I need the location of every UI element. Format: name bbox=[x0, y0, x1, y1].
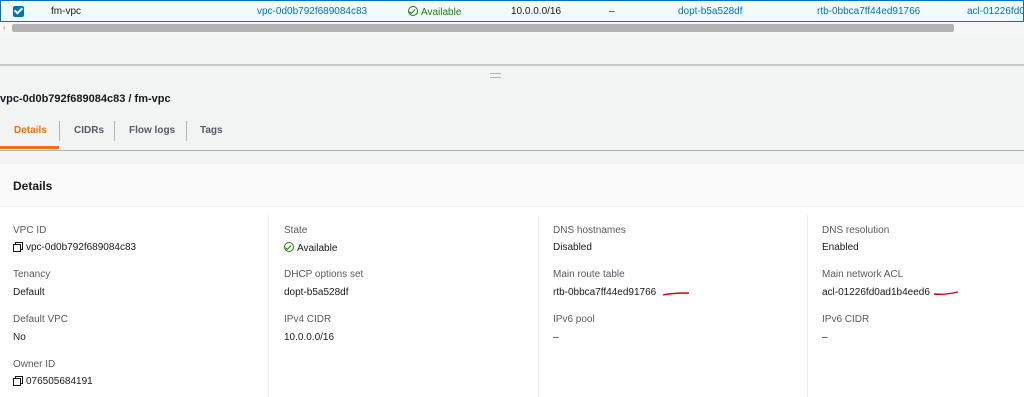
vpc-table-row[interactable]: fm-vpc vpc-0d0b792f689084c83 Available 1… bbox=[0, 0, 1024, 22]
row-vpc-id-link[interactable]: vpc-0d0b792f689084c83 bbox=[257, 6, 367, 17]
owner-id-label: Owner ID bbox=[13, 359, 56, 370]
details-header: Details bbox=[0, 164, 1024, 207]
active-tab-indicator bbox=[0, 146, 59, 149]
main-route-table-label: Main route table bbox=[553, 269, 625, 280]
column-divider bbox=[538, 215, 539, 397]
dhcp-options-label: DHCP options set bbox=[284, 269, 364, 280]
tab-flow-logs[interactable]: Flow logs bbox=[129, 125, 175, 136]
row-route-table-link[interactable]: rtb-0bbca7ff44ed91766 bbox=[817, 6, 920, 17]
ipv4-cidr-label: IPv4 CIDR bbox=[284, 314, 332, 325]
tenancy-label: Tenancy bbox=[13, 269, 51, 280]
dns-hostnames-label: DNS hostnames bbox=[553, 225, 626, 236]
details-tabs: Details CIDRs Flow logs Tags bbox=[0, 118, 1024, 151]
tab-cidrs[interactable]: CIDRs bbox=[74, 125, 104, 136]
annotation-underline bbox=[662, 292, 690, 296]
tab-divider bbox=[59, 121, 60, 141]
drag-handle-icon[interactable] bbox=[490, 73, 501, 78]
split-panel-divider bbox=[0, 64, 1024, 66]
tab-divider bbox=[186, 121, 187, 141]
tab-tags[interactable]: Tags bbox=[200, 125, 223, 136]
dns-resolution-value: Enabled bbox=[822, 242, 859, 253]
column-divider bbox=[807, 215, 808, 397]
default-vpc-value: No bbox=[13, 332, 26, 343]
scrollbar-thumb[interactable] bbox=[12, 24, 954, 32]
tabs-baseline bbox=[0, 150, 1024, 151]
ipv6-cidr-value: – bbox=[822, 332, 828, 343]
check-circle-icon bbox=[408, 6, 418, 16]
row-ipv6-cidr: – bbox=[609, 6, 615, 17]
row-network-acl-link[interactable]: acl-01226fd0 bbox=[967, 6, 1024, 17]
check-circle-icon bbox=[284, 242, 294, 252]
row-ipv4-cidr: 10.0.0.0/16 bbox=[511, 6, 562, 17]
column-divider bbox=[268, 215, 269, 397]
row-dhcp-options-link[interactable]: dopt-b5a528df bbox=[678, 6, 743, 17]
copy-icon[interactable] bbox=[13, 376, 23, 386]
state-value: Available bbox=[284, 242, 337, 254]
tab-divider bbox=[114, 121, 115, 141]
row-name: fm-vpc bbox=[51, 6, 81, 17]
annotation-underline bbox=[933, 291, 959, 295]
owner-id-text: 076505684191 bbox=[26, 376, 93, 387]
default-vpc-label: Default VPC bbox=[13, 314, 69, 325]
dns-hostnames-value: Disabled bbox=[553, 242, 592, 253]
tab-details[interactable]: Details bbox=[14, 125, 47, 136]
copy-icon[interactable] bbox=[13, 242, 23, 252]
main-network-acl-label: Main network ACL bbox=[822, 269, 904, 280]
main-route-table-link[interactable]: rtb-0bbca7ff44ed91766 bbox=[553, 287, 656, 298]
ipv6-cidr-label: IPv6 CIDR bbox=[822, 314, 870, 325]
vpc-id-value: vpc-0d0b792f689084c83 bbox=[13, 242, 136, 253]
panel-title: vpc-0d0b792f689084c83 / fm-vpc bbox=[0, 93, 171, 105]
row-checkbox-icon[interactable] bbox=[13, 6, 24, 17]
owner-id-value: 076505684191 bbox=[13, 376, 93, 387]
ipv6-pool-label: IPv6 pool bbox=[553, 314, 595, 325]
vpc-id-label: VPC ID bbox=[13, 225, 47, 236]
details-heading: Details bbox=[13, 179, 53, 193]
row-state: Available bbox=[408, 6, 461, 18]
dns-resolution-label: DNS resolution bbox=[822, 225, 890, 236]
details-container: Details VPC ID vpc-0d0b792f689084c83 Ten… bbox=[0, 164, 1024, 397]
vpc-id-text: vpc-0d0b792f689084c83 bbox=[26, 242, 137, 253]
state-label: State bbox=[284, 225, 308, 236]
tenancy-value: Default bbox=[13, 287, 45, 298]
dhcp-options-link[interactable]: dopt-b5a528df bbox=[284, 287, 349, 298]
ipv4-cidr-value: 10.0.0.0/16 bbox=[284, 332, 335, 343]
scroll-left-icon[interactable]: ‹ bbox=[3, 23, 6, 32]
main-network-acl-link[interactable]: acl-01226fd0ad1b4eed6 bbox=[822, 287, 930, 298]
state-text: Available bbox=[297, 243, 338, 254]
ipv6-pool-value: – bbox=[553, 332, 559, 343]
row-state-label: Available bbox=[421, 7, 462, 18]
horizontal-scrollbar[interactable]: ‹ bbox=[0, 22, 1024, 34]
